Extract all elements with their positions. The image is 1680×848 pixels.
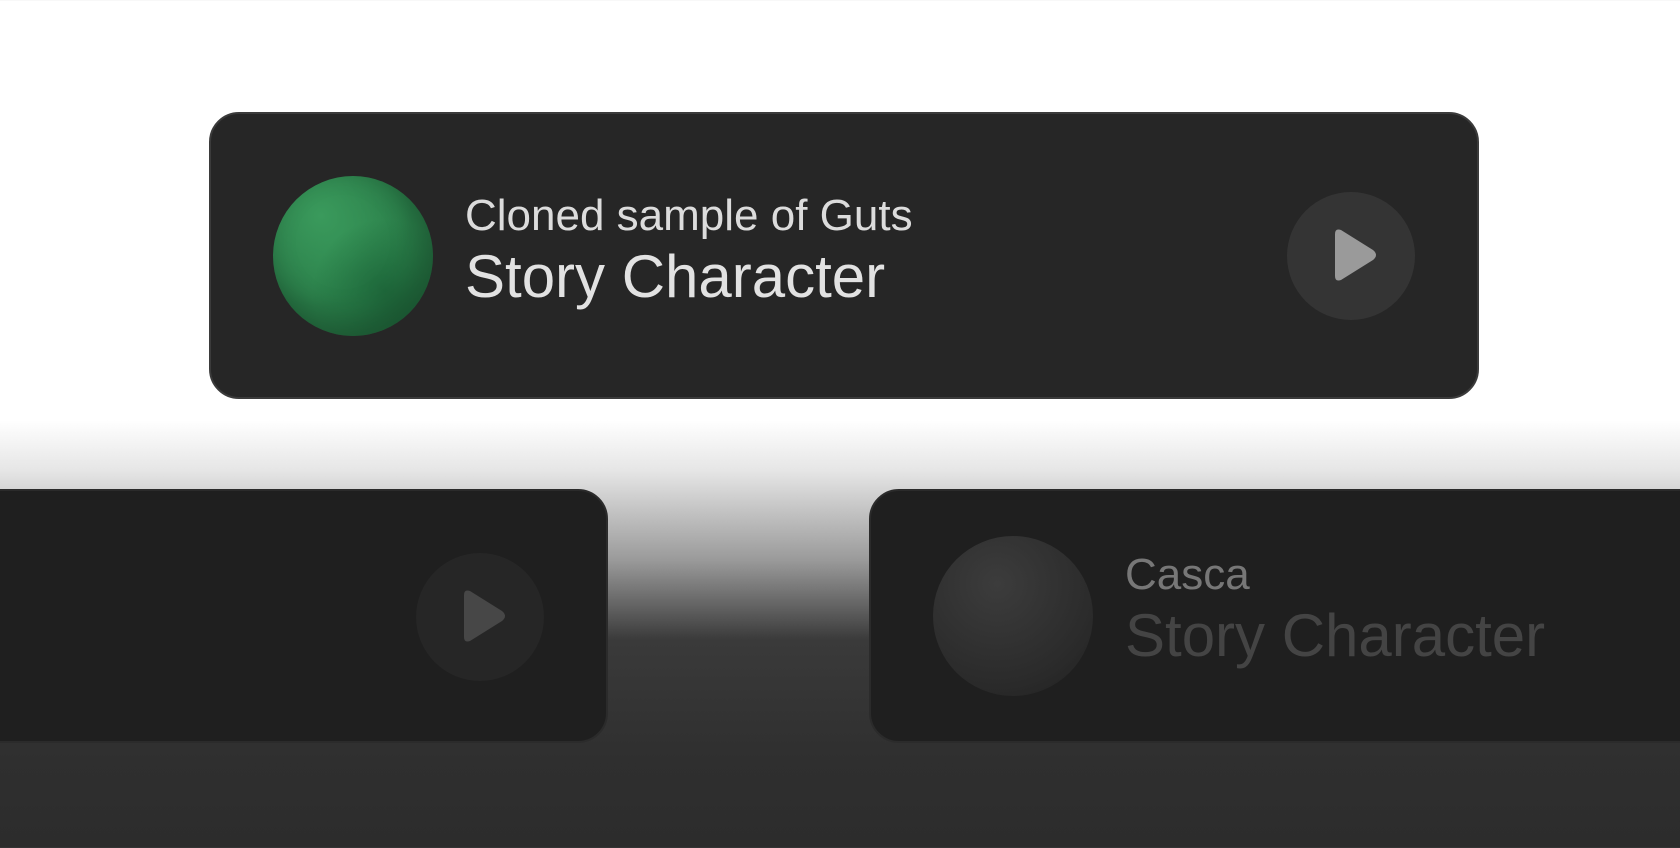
voice-card-left[interactable] bbox=[0, 489, 608, 743]
voice-card-text: Casca Story Character bbox=[1125, 549, 1545, 671]
voice-card-title: Story Character bbox=[1125, 602, 1546, 669]
voice-card-casca[interactable]: Casca Story Character bbox=[869, 489, 1680, 743]
play-button[interactable] bbox=[416, 553, 544, 681]
play-button[interactable] bbox=[1287, 192, 1415, 320]
voice-avatar-gray bbox=[933, 536, 1093, 696]
voice-card-subtitle: Casca bbox=[1125, 550, 1250, 599]
voice-card-guts[interactable]: Cloned sample of Guts Story Character bbox=[209, 112, 1479, 399]
voice-avatar-green bbox=[273, 176, 433, 336]
voice-card-title: Story Character bbox=[465, 243, 886, 310]
play-icon bbox=[464, 590, 505, 642]
voice-card-text: Cloned sample of Guts Story Character bbox=[465, 190, 913, 312]
play-icon bbox=[1335, 229, 1376, 281]
voice-card-subtitle: Cloned sample of Guts bbox=[465, 191, 913, 240]
